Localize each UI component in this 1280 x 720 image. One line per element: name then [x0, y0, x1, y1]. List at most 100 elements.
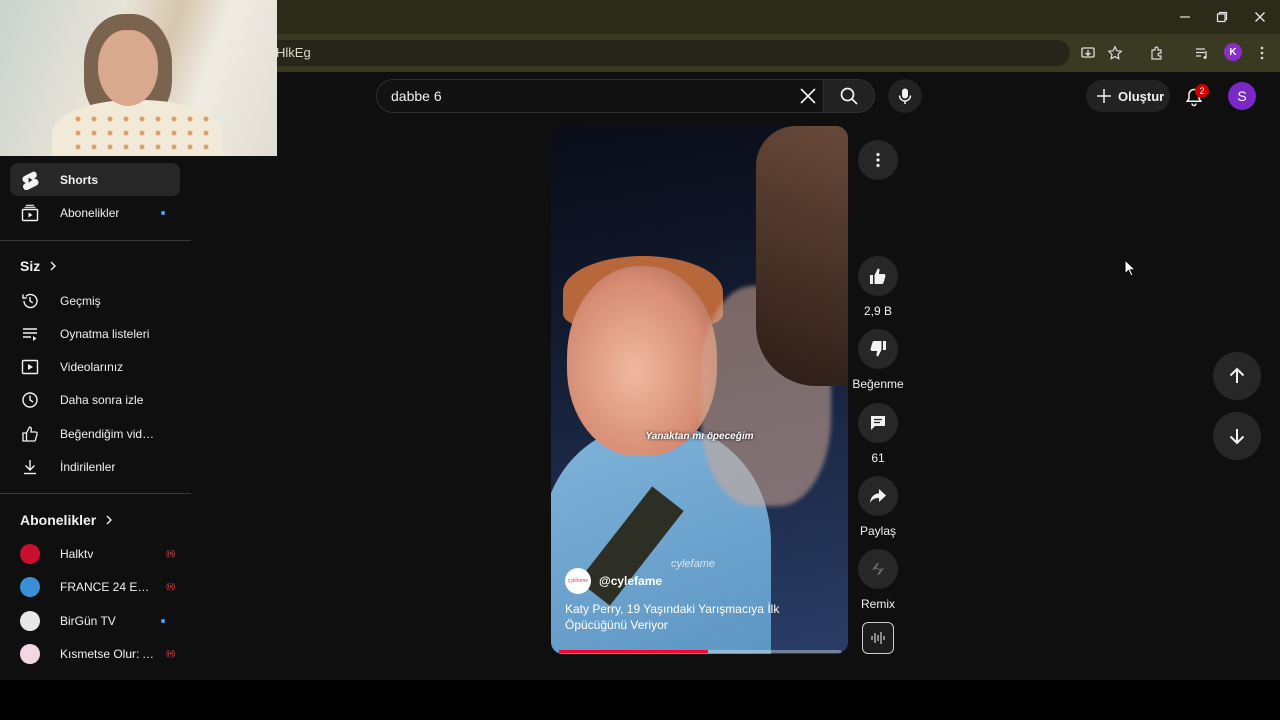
you-section-header[interactable]: Siz [20, 258, 58, 274]
sidebar-item-label: Geçmiş [60, 293, 101, 308]
channel-name: Kısmetse Olur: A... [60, 646, 156, 661]
chevron-right-icon [106, 515, 113, 525]
audio-wave-icon [871, 632, 885, 644]
bookmark-star-icon[interactable] [1105, 43, 1125, 63]
sidebar-item-label: Shorts [60, 172, 99, 187]
you-section-title: Siz [20, 258, 41, 274]
comments-action: 61 [854, 403, 902, 465]
short-channel-row: cylefame @cylefame [565, 568, 662, 594]
account-avatar[interactable]: S [1228, 82, 1256, 110]
remix-button[interactable] [858, 549, 898, 589]
sidebar-item-label: Daha sonra izle [60, 392, 144, 407]
subscriptions-icon [20, 203, 40, 223]
install-app-icon[interactable] [1078, 43, 1098, 63]
downloads-icon [20, 457, 40, 477]
sidebar-item-downloads[interactable]: İndirilenler [10, 450, 180, 483]
media-queue-icon[interactable] [1192, 43, 1212, 63]
liked-videos-icon [20, 424, 40, 444]
search-input[interactable] [389, 80, 789, 112]
sidebar-channel-birgun[interactable]: BirGün TV [10, 604, 180, 637]
extensions-icon[interactable] [1147, 43, 1167, 63]
url-text: HlkEg [276, 45, 311, 60]
more-vert-icon[interactable] [858, 140, 898, 180]
remix-icon [872, 563, 884, 575]
sidebar-item-label: Beğendiğim videolar [60, 426, 156, 441]
like-action: 2,9 B [854, 256, 902, 318]
sidebar-item-label: İndirilenler [60, 459, 116, 474]
comments-button[interactable] [858, 403, 898, 443]
clear-search-icon[interactable] [795, 83, 821, 109]
sound-thumbnail[interactable] [862, 622, 894, 654]
share-action: Paylaş [854, 476, 902, 538]
live-icon: ((•)) [166, 649, 176, 658]
video-watermark: cylefame [671, 558, 716, 570]
previous-short-button[interactable] [1213, 352, 1261, 400]
channel-avatar [20, 643, 40, 664]
webcam-overlay [0, 0, 277, 156]
sidebar-divider [0, 493, 191, 494]
subscriptions-section-header[interactable]: Abonelikler [20, 512, 114, 528]
history-icon [20, 291, 40, 311]
new-content-dot [161, 619, 165, 623]
video-progress-bar[interactable] [559, 650, 841, 653]
short-video-player[interactable]: Yanaktan mı öpeceğim cylefame cylefame @… [551, 126, 848, 654]
channel-handle[interactable]: @cylefame [599, 574, 662, 588]
channel-avatar [20, 610, 40, 631]
microphone-icon [898, 88, 912, 104]
sidebar-item-subscriptions[interactable]: Abonelikler [10, 196, 180, 229]
sidebar-item-label: Oynatma listeleri [60, 326, 150, 341]
arrow-down-icon [1229, 429, 1245, 445]
next-short-button[interactable] [1213, 412, 1261, 460]
short-title[interactable]: Katy Perry, 19 Yaşındaki Yarışmacıya İlk… [565, 601, 840, 633]
watch-later-icon [20, 390, 40, 410]
plus-icon [1097, 89, 1111, 103]
sidebar-item-liked-videos[interactable]: Beğendiğim videolar [10, 417, 180, 450]
browser-menu-icon[interactable] [1252, 43, 1272, 63]
voice-search-button[interactable] [888, 79, 922, 113]
search-icon [840, 87, 858, 105]
live-icon: ((•)) [166, 549, 176, 558]
sidebar-item-playlists[interactable]: Oynatma listeleri [10, 317, 180, 350]
more-options[interactable] [854, 140, 902, 180]
comment-icon [871, 416, 885, 430]
notification-count-badge: 2 [1195, 84, 1209, 98]
shorts-icon [20, 170, 40, 190]
share-button[interactable] [858, 476, 898, 516]
share-label: Paylaş [859, 524, 897, 538]
browser-profile-avatar[interactable]: K [1224, 43, 1242, 61]
create-button[interactable]: Oluştur [1086, 80, 1170, 112]
sidebar-channel-france24[interactable]: FRANCE 24 Engli... ((•)) [10, 570, 180, 603]
channel-name: FRANCE 24 Engli... [60, 579, 156, 594]
video-progress-fill [559, 650, 709, 653]
dislike-action: Beğenme [852, 329, 904, 391]
close-icon[interactable] [1245, 6, 1275, 28]
remix-action: Remix [854, 549, 902, 611]
dislike-button[interactable] [858, 329, 898, 369]
thumbs-up-icon [870, 268, 886, 284]
sidebar-item-history[interactable]: Geçmiş [10, 284, 180, 317]
chevron-right-icon [50, 261, 57, 271]
sidebar-item-shorts[interactable]: Shorts [10, 163, 180, 196]
sidebar-item-your-videos[interactable]: Videolarınız [10, 350, 180, 383]
taskbar [0, 680, 1280, 720]
url-field[interactable]: HlkEg [150, 40, 1070, 66]
sidebar-item-label: Abonelikler [60, 205, 120, 220]
sidebar-item-label: Videolarınız [60, 359, 124, 374]
sidebar-item-watch-later[interactable]: Daha sonra izle [10, 383, 180, 416]
restore-icon[interactable] [1207, 6, 1237, 28]
sidebar-channel-halktv[interactable]: Halktv ((•)) [10, 537, 180, 570]
create-button-label: Oluştur [1118, 88, 1165, 104]
search-button[interactable] [823, 79, 875, 113]
channel-logo[interactable]: cylefame [565, 568, 591, 594]
subscriptions-section-title: Abonelikler [20, 512, 97, 528]
channel-avatar [20, 576, 40, 597]
channel-name: Halktv [60, 546, 94, 561]
remix-label: Remix [860, 597, 895, 611]
playlists-icon [20, 324, 40, 344]
sidebar-channel-kismetse-olur[interactable]: Kısmetse Olur: A... ((•)) [10, 637, 180, 670]
mouse-cursor-icon [1124, 259, 1136, 277]
thumbs-down-icon [870, 341, 886, 357]
minimize-icon[interactable] [1170, 6, 1200, 28]
share-icon [870, 489, 886, 503]
like-button[interactable] [858, 256, 898, 296]
